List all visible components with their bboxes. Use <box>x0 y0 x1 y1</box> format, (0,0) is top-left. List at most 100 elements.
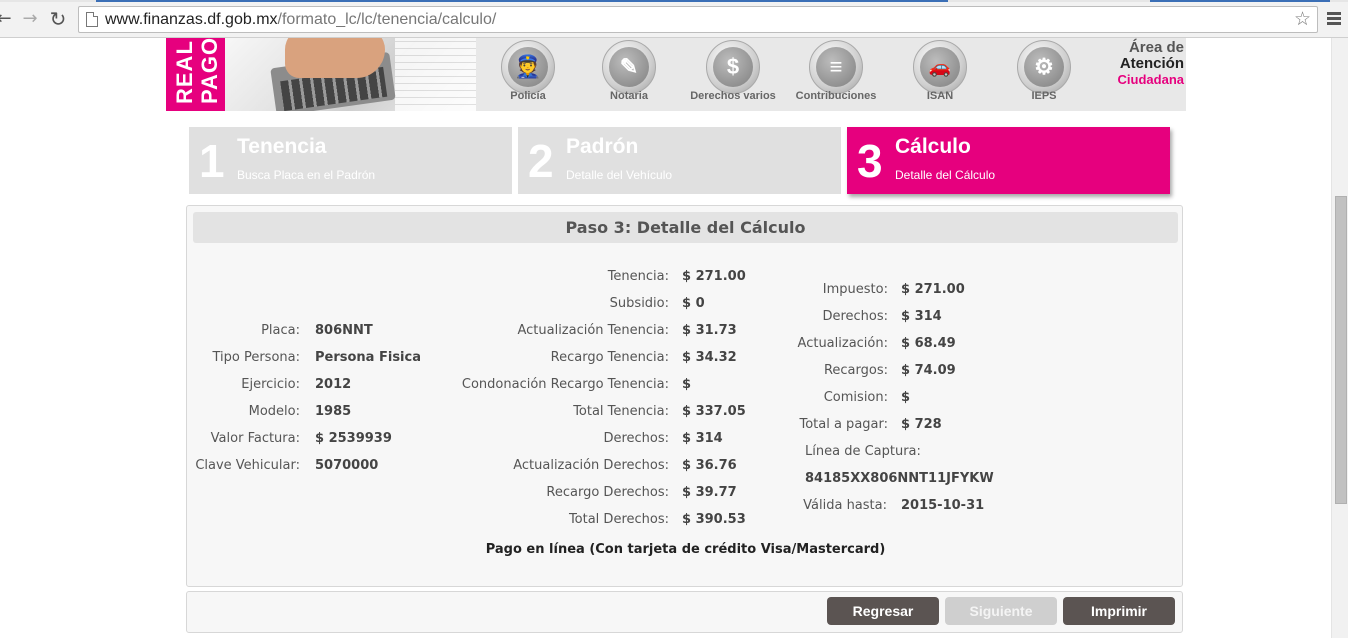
summary-field-value: $ <box>901 390 911 405</box>
back-icon[interactable]: ← <box>0 9 14 29</box>
service-isan[interactable]: 🚗 ISAN <box>890 38 990 111</box>
calc-field-value: $ 36.76 <box>682 458 737 473</box>
regresar-button[interactable]: Regresar <box>827 597 939 625</box>
calc-field-label: Recargo Tenencia: <box>550 350 669 365</box>
tab-strip <box>0 0 1348 2</box>
vehicle-field-value: Persona Fisica <box>315 350 421 365</box>
page-icon <box>86 12 98 27</box>
calc-field-label: Total Derechos: <box>568 512 669 527</box>
summary-field-label: Recargos: <box>823 363 888 378</box>
step-tenencia[interactable]: 1 Tenencia Busca Placa en el Padrón <box>189 127 512 194</box>
vehicle-field-value: 1985 <box>315 404 352 419</box>
calc-field-label: Total Tenencia: <box>573 404 669 419</box>
siguiente-button[interactable]: Siguiente <box>945 597 1057 625</box>
summary-field-label: Actualización: <box>797 336 888 351</box>
calc-field-label: Recargo Derechos: <box>546 485 669 500</box>
step-number: 2 <box>528 135 554 187</box>
calculation-panel: Paso 3: Detalle del Cálculo Placa: 806NNT… <box>186 205 1183 587</box>
service-label: ISAN <box>926 90 954 102</box>
step-title: Padrón <box>566 135 639 158</box>
brand-strip: REAL PAGO <box>166 38 225 111</box>
notary-icon: ✎ <box>609 47 649 87</box>
area-line-1: Área de <box>1128 39 1184 56</box>
brand-text-pago: PAGO <box>197 38 222 104</box>
service-policia[interactable]: 👮 Policía <box>478 38 578 111</box>
vehicle-field-value: 5070000 <box>315 458 379 473</box>
vehicle-field-value: 806NNT <box>315 323 373 338</box>
forward-icon[interactable]: → <box>20 9 40 29</box>
summary-field-value: $ 314 <box>901 309 942 324</box>
summary-field-label: Impuesto: <box>822 282 888 297</box>
step-title: Cálculo <box>895 135 971 158</box>
action-bar: Regresar Siguiente Imprimir <box>186 591 1183 633</box>
panel-title: Paso 3: Detalle del Cálculo <box>193 212 1178 243</box>
summary-field-value: $ 68.49 <box>901 336 956 351</box>
imprimir-button[interactable]: Imprimir <box>1063 597 1175 625</box>
service-notaria[interactable]: ✎ Notaria <box>579 38 679 111</box>
vehicle-field-label: Ejercicio: <box>241 377 300 392</box>
bookmark-star-icon[interactable]: ☆ <box>1294 8 1311 30</box>
calc-field-value: $ 390.53 <box>682 512 746 527</box>
calc-field-value: $ 337.05 <box>682 404 746 419</box>
browser-toolbar: ← → ↻ www.finanzas.df.gob.mx/formato_lc/… <box>0 0 1348 38</box>
linea-captura-value: 84185XX806NNT11JFYKW <box>805 471 994 486</box>
brand-text-real: REAL <box>172 40 197 104</box>
step-calculo[interactable]: 3 Cálculo Detalle del Cálculo <box>847 127 1170 194</box>
vehicle-field-label: Placa: <box>261 323 300 338</box>
area-atencion-ciudadana[interactable]: Área de Atención Ciudadana <box>1106 40 1184 88</box>
vehicle-field-label: Valor Factura: <box>210 431 300 446</box>
calc-field-value: $ 39.77 <box>682 485 737 500</box>
calc-field-value: $ 31.73 <box>682 323 737 338</box>
url-text[interactable]: www.finanzas.df.gob.mx/formato_lc/lc/ten… <box>105 11 496 29</box>
scrollbar-thumb[interactable] <box>1335 196 1347 504</box>
area-line-3: Ciudadana <box>1117 72 1184 87</box>
calc-field-value: $ 0 <box>682 296 705 311</box>
reload-icon[interactable]: ↻ <box>48 9 68 29</box>
vehicle-field-value: $ 2539939 <box>315 431 392 446</box>
vehicle-field-label: Clave Vehicular: <box>195 458 300 473</box>
step-subtitle: Detalle del Vehículo <box>566 168 673 182</box>
dollar-icon: $ <box>713 47 753 87</box>
calc-field-value: $ <box>682 377 692 392</box>
service-label: Notaria <box>610 90 648 102</box>
step-number: 3 <box>857 135 883 187</box>
calc-field-label: Tenencia: <box>607 269 669 284</box>
service-contribuciones[interactable]: ≡ Contribuciones <box>786 38 886 111</box>
menu-icon[interactable] <box>1327 12 1341 26</box>
step-number: 1 <box>199 135 225 187</box>
vehicle-field-label: Tipo Persona: <box>212 350 300 365</box>
summary-field-label: Comision: <box>823 390 888 405</box>
coins-icon: ≡ <box>816 47 856 87</box>
calc-field-value: $ 314 <box>682 431 723 446</box>
service-label: IEPS <box>1031 90 1057 102</box>
summary-field-value: $ 74.09 <box>901 363 956 378</box>
address-bar[interactable]: www.finanzas.df.gob.mx/formato_lc/lc/ten… <box>78 6 1318 33</box>
calc-field-label: Condonación Recargo Tenencia: <box>461 377 669 392</box>
summary-field-value: $ 728 <box>901 417 942 432</box>
new-car-icon: 🚗 <box>920 47 960 87</box>
valida-hasta-label: Válida hasta: <box>803 498 887 513</box>
scrollbar[interactable] <box>1331 38 1348 638</box>
area-line-2: Atención <box>1119 55 1184 72</box>
service-label: Derechos varios <box>690 90 776 102</box>
vehicle-field-value: 2012 <box>315 377 352 392</box>
summary-field-label: Derechos: <box>822 309 888 324</box>
summary-field-label: Total a pagar: <box>799 417 888 432</box>
calculator-photo <box>225 38 476 111</box>
gear-icon: ⚙ <box>1024 47 1064 87</box>
step-title: Tenencia <box>237 135 327 158</box>
calc-field-label: Actualización Derechos: <box>513 458 669 473</box>
summary-field-value: $ 271.00 <box>901 282 965 297</box>
service-ieps[interactable]: ⚙ IEPS <box>994 38 1094 111</box>
service-label: Contribuciones <box>795 90 877 102</box>
valida-hasta-value: 2015-10-31 <box>901 498 985 513</box>
calc-field-value: $ 34.32 <box>682 350 737 365</box>
vehicle-field-label: Modelo: <box>248 404 300 419</box>
step-padron[interactable]: 2 Padrón Detalle del Vehículo <box>518 127 841 194</box>
calc-field-label: Subsidio: <box>609 296 669 311</box>
calc-field-label: Derechos: <box>603 431 669 446</box>
service-label: Policía <box>510 90 546 102</box>
calc-field-value: $ 271.00 <box>682 269 746 284</box>
service-derechos-varios[interactable]: $ Derechos varios <box>683 38 783 111</box>
step-subtitle: Busca Placa en el Padrón <box>237 168 376 182</box>
